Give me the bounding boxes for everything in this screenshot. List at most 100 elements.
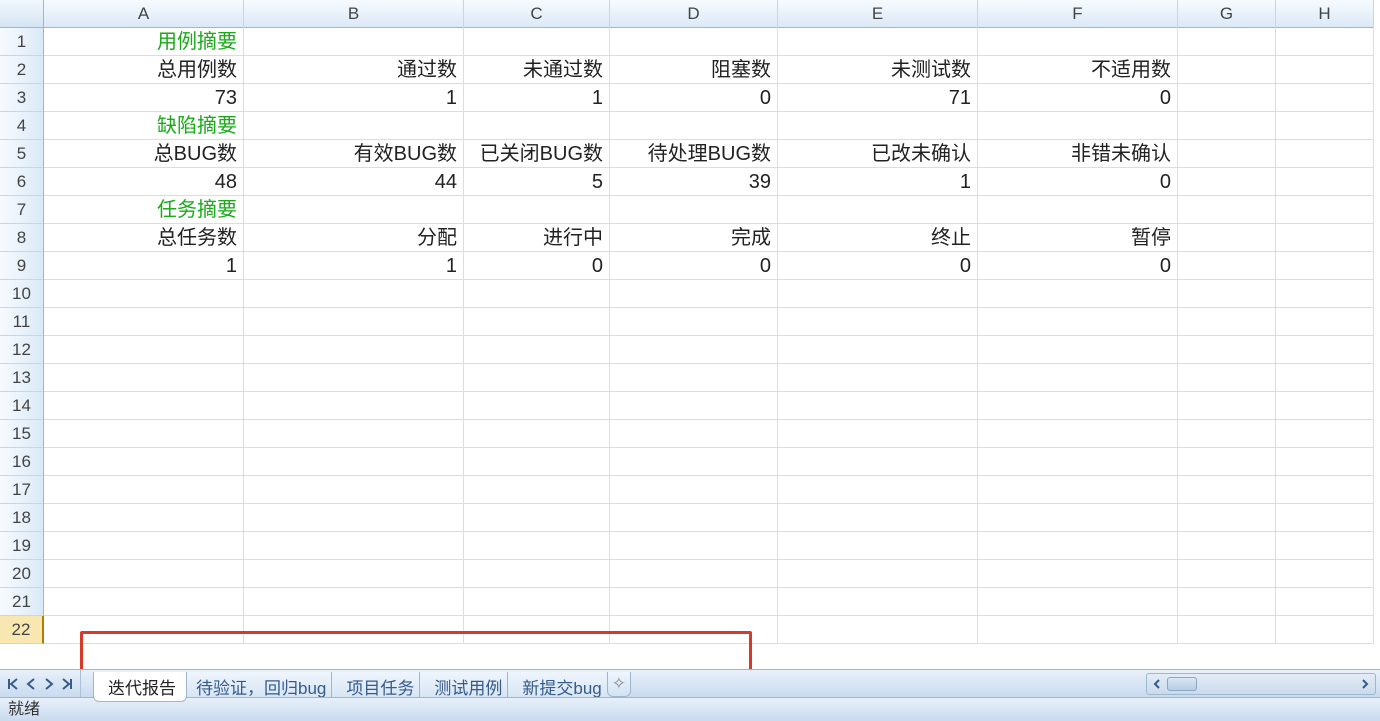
cell-B18[interactable] [244, 504, 464, 532]
cell-G4[interactable] [1178, 112, 1276, 140]
last-sheet-button[interactable] [60, 677, 74, 691]
cell-D13[interactable] [610, 364, 778, 392]
row-header-17[interactable]: 17 [0, 476, 43, 504]
cell-E4[interactable] [778, 112, 978, 140]
cell-B11[interactable] [244, 308, 464, 336]
cell-E13[interactable] [778, 364, 978, 392]
cell-H3[interactable] [1276, 84, 1374, 112]
cell-A11[interactable] [44, 308, 244, 336]
cell-D1[interactable] [610, 28, 778, 56]
cell-C22[interactable] [464, 616, 610, 644]
row-header-3[interactable]: 3 [0, 84, 43, 112]
cell-G14[interactable] [1178, 392, 1276, 420]
cell-E19[interactable] [778, 532, 978, 560]
cell-H14[interactable] [1276, 392, 1374, 420]
cell-H18[interactable] [1276, 504, 1374, 532]
cell-D9[interactable]: 0 [610, 252, 778, 280]
cell-A19[interactable] [44, 532, 244, 560]
cell-H4[interactable] [1276, 112, 1374, 140]
cell-A20[interactable] [44, 560, 244, 588]
row-header-12[interactable]: 12 [0, 336, 43, 364]
cell-H13[interactable] [1276, 364, 1374, 392]
cell-E10[interactable] [778, 280, 978, 308]
cell-B3[interactable]: 1 [244, 84, 464, 112]
cell-G19[interactable] [1178, 532, 1276, 560]
cell-E1[interactable] [778, 28, 978, 56]
cell-B2[interactable]: 通过数 [244, 56, 464, 84]
cell-D2[interactable]: 阻塞数 [610, 56, 778, 84]
cell-C18[interactable] [464, 504, 610, 532]
cell-H6[interactable] [1276, 168, 1374, 196]
cell-A17[interactable] [44, 476, 244, 504]
cell-D3[interactable]: 0 [610, 84, 778, 112]
row-header-2[interactable]: 2 [0, 56, 43, 84]
cell-E8[interactable]: 终止 [778, 224, 978, 252]
col-header-B[interactable]: B [244, 0, 464, 28]
cell-D11[interactable] [610, 308, 778, 336]
cell-A5[interactable]: 总BUG数 [44, 140, 244, 168]
cell-D16[interactable] [610, 448, 778, 476]
cell-A16[interactable] [44, 448, 244, 476]
cell-B7[interactable] [244, 196, 464, 224]
cell-G21[interactable] [1178, 588, 1276, 616]
cell-H11[interactable] [1276, 308, 1374, 336]
cell-D8[interactable]: 完成 [610, 224, 778, 252]
cell-G8[interactable] [1178, 224, 1276, 252]
row-header-16[interactable]: 16 [0, 448, 43, 476]
cell-H19[interactable] [1276, 532, 1374, 560]
cell-E18[interactable] [778, 504, 978, 532]
row-header-7[interactable]: 7 [0, 196, 43, 224]
cell-E14[interactable] [778, 392, 978, 420]
cell-E15[interactable] [778, 420, 978, 448]
cell-H5[interactable] [1276, 140, 1374, 168]
cell-E3[interactable]: 71 [778, 84, 978, 112]
col-header-G[interactable]: G [1178, 0, 1276, 28]
cell-H10[interactable] [1276, 280, 1374, 308]
cell-H22[interactable] [1276, 616, 1374, 644]
cell-A8[interactable]: 总任务数 [44, 224, 244, 252]
cell-E22[interactable] [778, 616, 978, 644]
cell-E17[interactable] [778, 476, 978, 504]
cell-F3[interactable]: 0 [978, 84, 1178, 112]
cell-C11[interactable] [464, 308, 610, 336]
cell-B17[interactable] [244, 476, 464, 504]
cell-B19[interactable] [244, 532, 464, 560]
cell-H8[interactable] [1276, 224, 1374, 252]
cell-A18[interactable] [44, 504, 244, 532]
row-header-1[interactable]: 1 [0, 28, 43, 56]
cell-C5[interactable]: 已关闭BUG数 [464, 140, 610, 168]
cell-A1[interactable]: 用例摘要 [44, 28, 244, 56]
cell-D21[interactable] [610, 588, 778, 616]
cell-F15[interactable] [978, 420, 1178, 448]
cell-B15[interactable] [244, 420, 464, 448]
cell-C17[interactable] [464, 476, 610, 504]
scroll-left-arrow-icon[interactable] [1149, 676, 1165, 692]
col-header-C[interactable]: C [464, 0, 610, 28]
cell-F13[interactable] [978, 364, 1178, 392]
cell-C20[interactable] [464, 560, 610, 588]
cell-A10[interactable] [44, 280, 244, 308]
cell-A7[interactable]: 任务摘要 [44, 196, 244, 224]
cell-C14[interactable] [464, 392, 610, 420]
cell-B9[interactable]: 1 [244, 252, 464, 280]
row-header-15[interactable]: 15 [0, 420, 43, 448]
col-header-F[interactable]: F [978, 0, 1178, 28]
cell-F19[interactable] [978, 532, 1178, 560]
cell-F17[interactable] [978, 476, 1178, 504]
cell-E12[interactable] [778, 336, 978, 364]
scroll-thumb[interactable] [1167, 677, 1197, 691]
cell-F18[interactable] [978, 504, 1178, 532]
cell-C9[interactable]: 0 [464, 252, 610, 280]
cell-C4[interactable] [464, 112, 610, 140]
col-header-H[interactable]: H [1276, 0, 1374, 28]
cell-E7[interactable] [778, 196, 978, 224]
row-header-18[interactable]: 18 [0, 504, 43, 532]
cell-B1[interactable] [244, 28, 464, 56]
cell-E6[interactable]: 1 [778, 168, 978, 196]
cell-D12[interactable] [610, 336, 778, 364]
cell-G1[interactable] [1178, 28, 1276, 56]
cell-G18[interactable] [1178, 504, 1276, 532]
cell-A13[interactable] [44, 364, 244, 392]
cell-G2[interactable] [1178, 56, 1276, 84]
cell-F5[interactable]: 非错未确认 [978, 140, 1178, 168]
